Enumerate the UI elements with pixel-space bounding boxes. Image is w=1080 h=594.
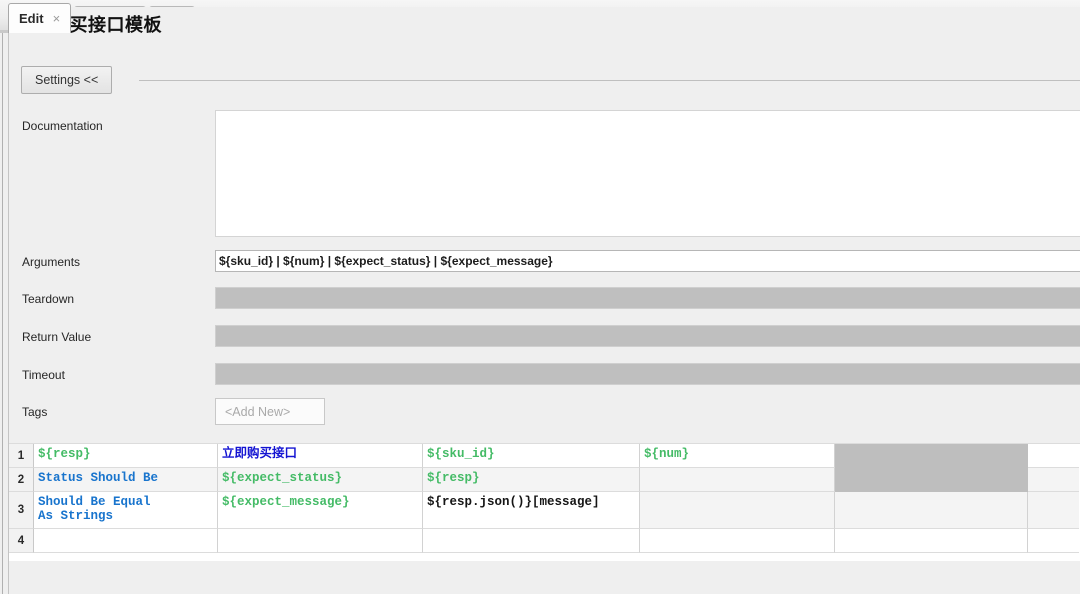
grid-cell[interactable] bbox=[835, 468, 1028, 492]
grid-cell[interactable]: ${num} bbox=[640, 444, 835, 468]
documentation-label: Documentation bbox=[22, 119, 103, 133]
grid-cell[interactable]: ${resp} bbox=[34, 444, 218, 468]
return-value-label: Return Value bbox=[22, 330, 92, 344]
grid-cell[interactable]: ${resp} bbox=[423, 468, 640, 492]
grid-cell[interactable] bbox=[640, 468, 835, 492]
grid-cell[interactable] bbox=[640, 492, 835, 529]
grid-cell[interactable] bbox=[1028, 529, 1079, 553]
table-row[interactable]: 4 bbox=[9, 529, 1080, 553]
grid-cell[interactable] bbox=[423, 529, 640, 553]
teardown-label: Teardown bbox=[22, 292, 75, 306]
page-title: 立即购买接口模板 bbox=[10, 7, 1080, 41]
grid-cell[interactable] bbox=[835, 529, 1028, 553]
grid-cell[interactable]: Should Be Equal As Strings bbox=[34, 492, 218, 529]
teardown-input[interactable] bbox=[215, 287, 1080, 309]
settings-toggle-label: Settings << bbox=[35, 73, 99, 87]
row-number: 2 bbox=[9, 468, 34, 492]
tags-label: Tags bbox=[22, 405, 48, 419]
grid-cell[interactable] bbox=[835, 444, 1028, 468]
table-row[interactable]: 2 Status Should Be ${expect_status} ${re… bbox=[9, 468, 1080, 492]
tags-add-new-button[interactable]: <Add New> bbox=[215, 398, 325, 425]
return-value-input[interactable] bbox=[215, 325, 1080, 347]
grid-cell[interactable]: ${expect_message} bbox=[218, 492, 423, 529]
tab-edit[interactable]: Edit × bbox=[8, 3, 72, 33]
row-number: 4 bbox=[9, 529, 34, 553]
row-number: 1 bbox=[9, 444, 34, 468]
table-row[interactable]: 3 Should Be Equal As Strings ${expect_me… bbox=[9, 492, 1080, 529]
grid-body: 1 ${resp} 立即购买接口 ${sku_id} ${num} 2 Stat… bbox=[9, 444, 1080, 561]
timeout-label: Timeout bbox=[22, 368, 65, 382]
row-number: 3 bbox=[9, 492, 34, 529]
robot-framework-editor: Edit × Text Edit Run 立即购买接口模板 Settings <… bbox=[0, 0, 1080, 594]
grid-cell[interactable] bbox=[34, 529, 218, 553]
grid-cell[interactable] bbox=[1028, 492, 1079, 529]
grid-cell[interactable]: ${resp.json()}[message] bbox=[423, 492, 640, 529]
grid-header-strip bbox=[9, 432, 1080, 444]
grid-cell[interactable] bbox=[218, 529, 423, 553]
grid-cell[interactable]: ${expect_status} bbox=[218, 468, 423, 492]
close-icon[interactable]: × bbox=[53, 12, 61, 25]
documentation-input[interactable] bbox=[215, 110, 1080, 237]
panel-left-border bbox=[0, 33, 9, 594]
table-row[interactable]: 1 ${resp} 立即购买接口 ${sku_id} ${num} bbox=[9, 444, 1080, 468]
arguments-label: Arguments bbox=[22, 255, 81, 269]
grid-cell[interactable]: 立即购买接口 bbox=[218, 444, 423, 468]
timeout-input[interactable] bbox=[215, 363, 1080, 385]
test-steps-grid: 1 ${resp} 立即购买接口 ${sku_id} ${num} 2 Stat… bbox=[9, 432, 1080, 561]
grid-cell[interactable]: Status Should Be bbox=[34, 468, 218, 492]
grid-cell[interactable] bbox=[835, 492, 1028, 529]
grid-cell[interactable] bbox=[640, 529, 835, 553]
tab-edit-label: Edit bbox=[19, 11, 44, 26]
grid-cell[interactable] bbox=[1028, 468, 1079, 492]
grid-cell[interactable] bbox=[1028, 444, 1079, 468]
grid-cell[interactable]: ${sku_id} bbox=[423, 444, 640, 468]
settings-divider bbox=[139, 80, 1080, 81]
settings-toggle-button[interactable]: Settings << bbox=[21, 66, 113, 94]
arguments-input[interactable]: ${sku_id} | ${num} | ${expect_status} | … bbox=[215, 250, 1080, 272]
